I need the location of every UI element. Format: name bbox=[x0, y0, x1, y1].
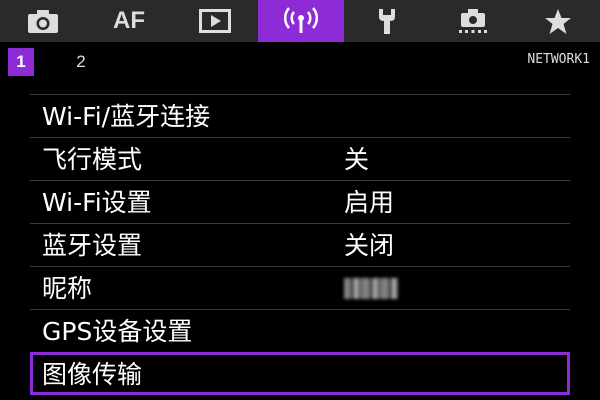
tab-custom-functions[interactable] bbox=[430, 0, 516, 42]
camera-icon bbox=[28, 10, 58, 33]
menu-item-label: 飞行模式 bbox=[42, 144, 143, 174]
menu-item-value: 关闭 bbox=[344, 230, 395, 260]
obscured-nickname-value bbox=[344, 278, 398, 299]
wrench-icon bbox=[379, 9, 395, 34]
tab-setup[interactable] bbox=[344, 0, 430, 42]
menu-item-label: 昵称 bbox=[42, 273, 93, 303]
page-tab-1[interactable]: 1 bbox=[8, 48, 34, 76]
tab-shooting[interactable] bbox=[0, 0, 86, 42]
tab-af-label: AF bbox=[113, 7, 145, 34]
tab-network[interactable] bbox=[258, 0, 344, 42]
custom-function-icon bbox=[459, 9, 487, 33]
play-icon bbox=[199, 9, 231, 33]
tab-my-menu[interactable] bbox=[516, 0, 600, 42]
page-tab-2[interactable]: 2 bbox=[68, 48, 94, 76]
page-indicator-row: 1 2 NETWORK1 bbox=[0, 42, 600, 82]
menu-item-image-transfer[interactable]: 图像传输 bbox=[30, 352, 570, 395]
page-title: NETWORK1 bbox=[527, 52, 590, 67]
menu-item-label: GPS设备设置 bbox=[42, 316, 193, 346]
menu-item-airplane-mode[interactable]: 飞行模式 关 bbox=[30, 137, 570, 180]
tab-playback[interactable] bbox=[172, 0, 258, 42]
menu-item-label: Wi-Fi/蓝牙连接 bbox=[42, 101, 211, 131]
menu-item-bluetooth-settings[interactable]: 蓝牙设置 关闭 bbox=[30, 223, 570, 266]
menu-item-label: Wi-Fi设置 bbox=[42, 187, 152, 217]
menu-item-label: 图像传输 bbox=[42, 359, 143, 389]
menu-item-label: 蓝牙设置 bbox=[42, 230, 143, 260]
menu-item-wifi-settings[interactable]: Wi-Fi设置 启用 bbox=[30, 180, 570, 223]
menu-item-wifi-bluetooth-connection[interactable]: Wi-Fi/蓝牙连接 bbox=[30, 94, 570, 137]
menu-tab-bar: AF bbox=[0, 0, 600, 42]
network-menu-list: Wi-Fi/蓝牙连接 飞行模式 关 Wi-Fi设置 启用 蓝牙设置 关闭 昵称 … bbox=[30, 94, 570, 395]
tab-af[interactable]: AF bbox=[86, 0, 172, 42]
star-icon bbox=[545, 8, 571, 34]
menu-item-value: 启用 bbox=[344, 187, 395, 217]
menu-item-gps-device-settings[interactable]: GPS设备设置 bbox=[30, 309, 570, 352]
wireless-icon bbox=[284, 7, 318, 33]
menu-item-value: 关 bbox=[344, 144, 370, 174]
menu-item-nickname[interactable]: 昵称 bbox=[30, 266, 570, 309]
